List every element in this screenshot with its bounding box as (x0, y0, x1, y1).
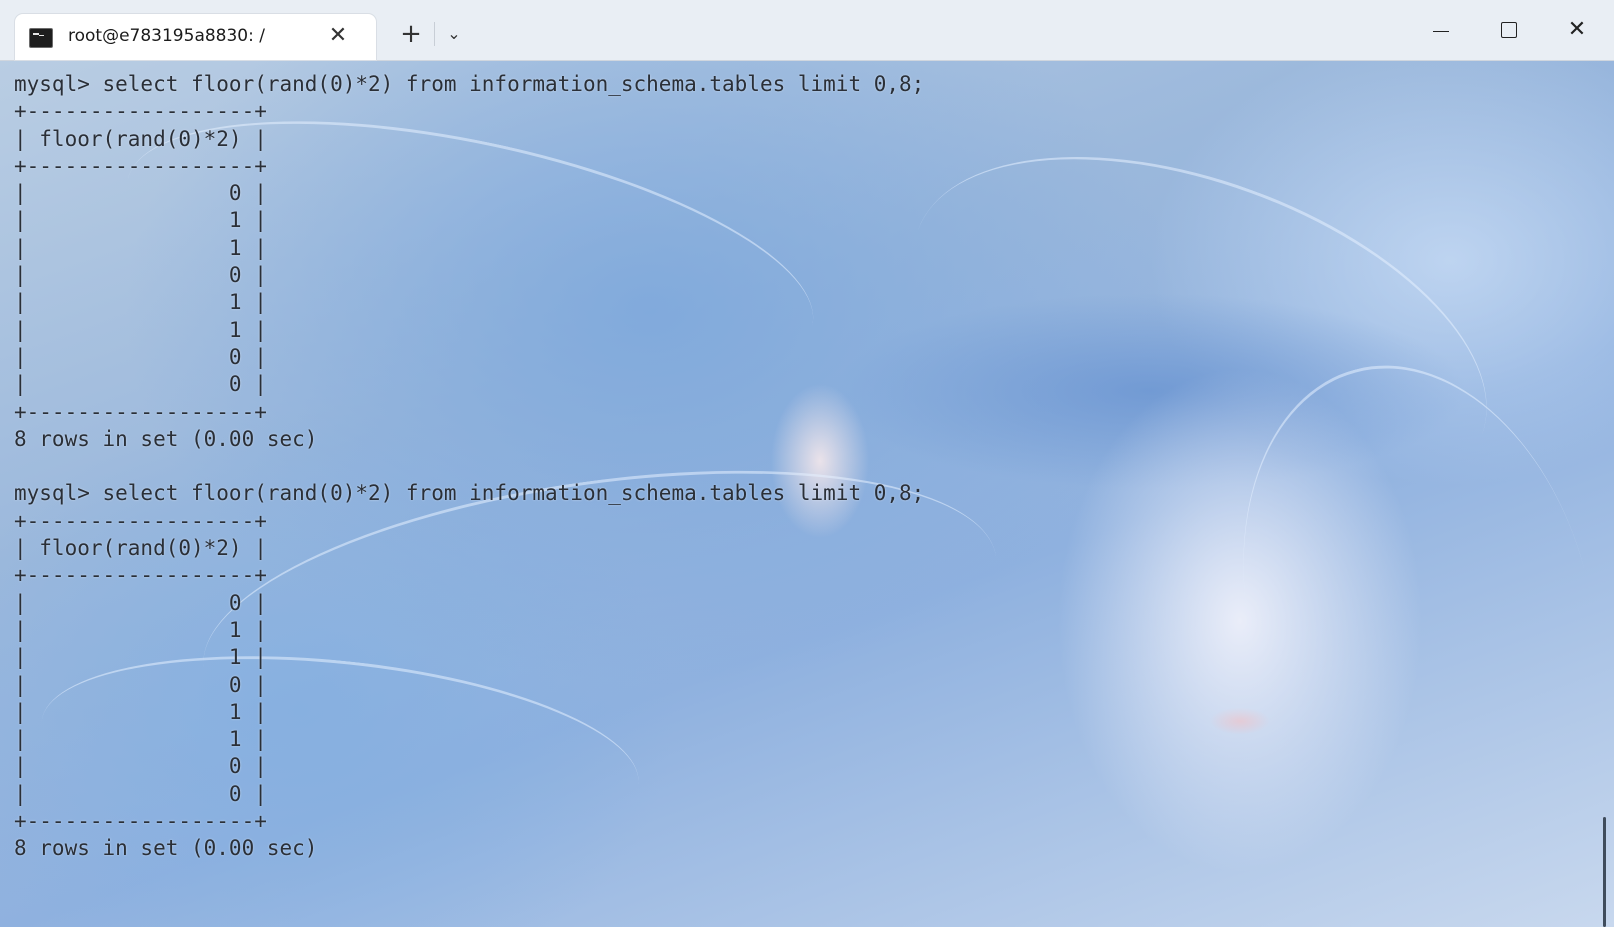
minimize-icon (1433, 31, 1449, 32)
terminal-line: | floor(rand(0)*2) | (14, 126, 267, 151)
maximize-button[interactable] (1484, 10, 1532, 50)
tab-title: root@e783195a8830: / (68, 26, 265, 46)
terminal-line: | 1 | (14, 208, 267, 233)
terminal-line: | 0 | (14, 590, 267, 615)
terminal-line: | 0 | (14, 781, 267, 806)
title-bar[interactable]: root@e783195a8830: / ✕ + ⌄ ✕ (0, 0, 1614, 61)
tab-active[interactable]: root@e783195a8830: / ✕ (15, 14, 376, 60)
terminal-line: 8 rows in set (0.00 sec) (14, 836, 318, 861)
terminal-line: | 1 | (14, 645, 267, 670)
terminal-window: root@e783195a8830: / ✕ + ⌄ ✕ mysql> sele… (0, 0, 1614, 927)
terminal-output: mysql> select floor(rand(0)*2) from info… (14, 71, 924, 863)
terminal-line: | 0 | (14, 344, 267, 369)
terminal-line: | 1 | (14, 290, 267, 315)
close-window-button[interactable]: ✕ (1553, 10, 1601, 50)
terminal-line: mysql> select floor(rand(0)*2) from info… (14, 72, 925, 96)
terminal-line: +------------------+ (14, 399, 267, 424)
close-tab-button[interactable]: ✕ (325, 23, 351, 49)
terminal-line: +------------------+ (14, 508, 267, 533)
terminal-icon (29, 28, 53, 48)
minimize-button[interactable] (1416, 10, 1464, 50)
terminal-pane[interactable]: mysql> select floor(rand(0)*2) from info… (0, 61, 1614, 927)
terminal-line: | 0 | (14, 181, 267, 206)
terminal-line: | 1 | (14, 727, 267, 752)
tab-divider (434, 22, 435, 46)
terminal-line: | 0 | (14, 672, 267, 697)
terminal-line: +------------------+ (14, 563, 267, 588)
terminal-line: | 1 | (14, 317, 267, 342)
chevron-down-icon[interactable]: ⌄ (442, 22, 466, 46)
terminal-line: | 0 | (14, 263, 267, 288)
terminal-line: | 0 | (14, 372, 267, 397)
terminal-line: mysql> select floor(rand(0)*2) from info… (14, 481, 925, 506)
terminal-line: | 1 | (14, 617, 267, 642)
terminal-line: | floor(rand(0)*2) | (14, 536, 267, 561)
scrollbar-thumb[interactable] (1603, 817, 1606, 927)
terminal-line: | 1 | (14, 699, 267, 724)
maximize-icon (1501, 22, 1517, 38)
terminal-line: | 1 | (14, 235, 267, 260)
terminal-line: 8 rows in set (0.00 sec) (14, 426, 318, 451)
terminal-line: +------------------+ (14, 153, 267, 178)
terminal-line: +------------------+ (14, 99, 267, 124)
new-tab-button[interactable]: + (396, 19, 426, 49)
terminal-line: +------------------+ (14, 809, 267, 834)
terminal-line: | 0 | (14, 754, 267, 779)
